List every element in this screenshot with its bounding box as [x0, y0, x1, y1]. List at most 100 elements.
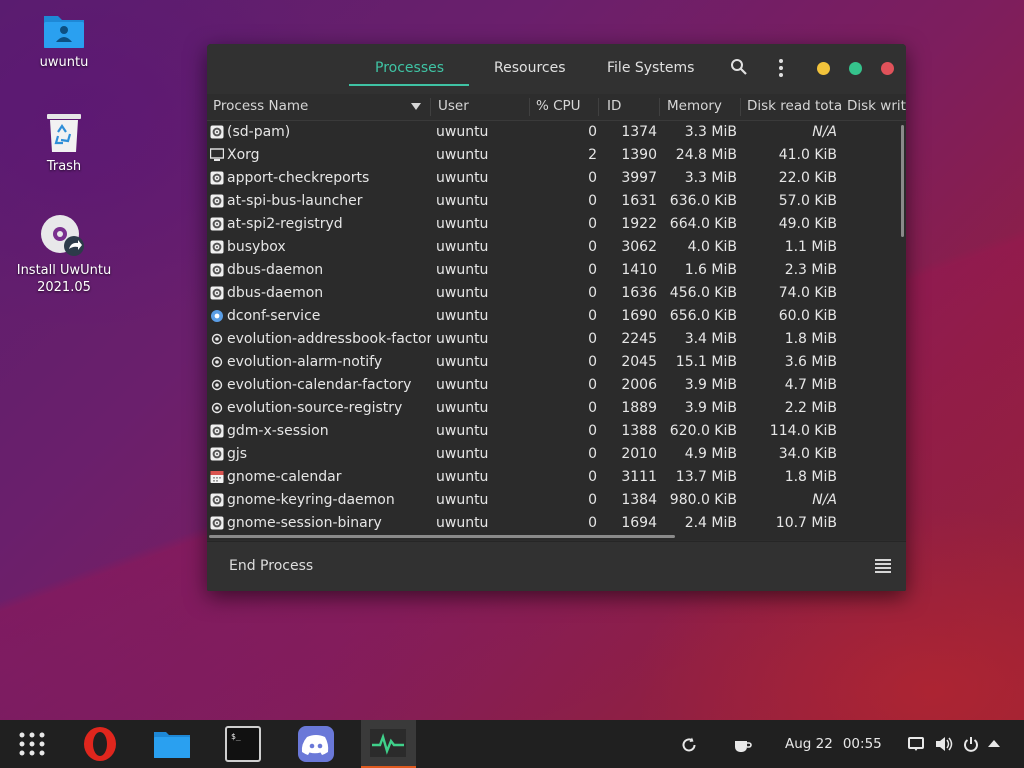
process-memory: 456.0 KiB — [669, 285, 737, 301]
column-header-disk-write[interactable]: Disk writ — [847, 98, 906, 114]
process-cpu: 2 — [588, 147, 597, 163]
process-row[interactable]: at-spi2-registryd uwuntu 0 1922 664.0 KiB 49.… — [207, 213, 900, 236]
vertical-scroll-thumb[interactable] — [901, 125, 904, 237]
desktop-icon-trash[interactable]: Trash — [14, 112, 114, 175]
notification-icon[interactable] — [908, 736, 924, 752]
column-header-process-name[interactable]: Process Name — [213, 98, 308, 114]
desktop-icon-installer[interactable]: Install UwUntu 2021.05 — [14, 214, 114, 296]
process-disk-read: 114.0 KiB — [769, 423, 837, 439]
process-user: uwuntu — [436, 400, 489, 416]
column-header-id[interactable]: ID — [607, 98, 621, 114]
refresh-icon[interactable] — [680, 736, 698, 754]
desktop-icon-label: uwuntu — [39, 55, 89, 70]
horizontal-scroll-thumb[interactable] — [209, 535, 675, 538]
process-cpu: 0 — [588, 469, 597, 485]
minimize-button[interactable] — [817, 62, 830, 75]
process-cpu: 0 — [588, 515, 597, 531]
column-divider — [430, 98, 431, 116]
sort-descending-icon — [411, 103, 421, 110]
process-id: 1889 — [621, 400, 657, 416]
tab-processes[interactable]: Processes — [375, 60, 444, 76]
process-disk-read: N/A — [812, 124, 837, 140]
process-id: 1631 — [621, 193, 657, 209]
taskbar: $_ Aug 22 00:55 — [0, 720, 1024, 768]
desktop-icon-label: 2021.05 — [37, 280, 91, 295]
process-id: 2045 — [621, 354, 657, 370]
close-button[interactable] — [881, 62, 894, 75]
process-name: at-spi2-registryd — [227, 216, 343, 232]
process-row[interactable]: Xorg uwuntu 2 1390 24.8 MiB 41.0 KiB — [207, 144, 900, 167]
volume-icon[interactable] — [935, 736, 953, 752]
end-process-button[interactable]: End Process — [229, 558, 313, 574]
opera-icon — [84, 727, 116, 761]
action-bar: End Process — [207, 541, 906, 591]
process-row[interactable]: at-spi-bus-launcher uwuntu 0 1631 636.0 KiB 5… — [207, 190, 900, 213]
process-row[interactable]: gjs uwuntu 0 2010 4.9 MiB 34.0 KiB — [207, 443, 900, 466]
process-memory: 2.4 MiB — [684, 515, 737, 531]
kebab-menu-icon[interactable] — [773, 58, 789, 78]
process-user: uwuntu — [436, 423, 489, 439]
clock[interactable]: Aug 22 00:55 — [785, 736, 882, 752]
process-list: (sd-pam) uwuntu 0 1374 3.3 MiB N/A Xorg uwuntu 2… — [207, 121, 900, 540]
process-row[interactable]: gnome-session-binary uwuntu 0 1694 2.4 MiB 10… — [207, 512, 900, 535]
process-row[interactable]: (sd-pam) uwuntu 0 1374 3.3 MiB N/A — [207, 121, 900, 144]
process-cpu: 0 — [588, 400, 597, 416]
column-header-disk-read[interactable]: Disk read tota — [747, 98, 841, 114]
process-memory: 24.8 MiB — [675, 147, 737, 163]
process-cpu: 0 — [588, 331, 597, 347]
process-row[interactable]: apport-checkreports uwuntu 0 3997 3.3 MiB 22.… — [207, 167, 900, 190]
process-row[interactable]: evolution-alarm-notify uwuntu 0 2045 15.1 Mi… — [207, 351, 900, 374]
app-grid-button[interactable] — [8, 720, 56, 768]
process-id: 1388 — [621, 423, 657, 439]
process-id: 2245 — [621, 331, 657, 347]
process-name: gnome-session-binary — [227, 515, 382, 531]
tab-file-systems[interactable]: File Systems — [607, 60, 694, 76]
process-row[interactable]: evolution-calendar-factory uwuntu 0 2006 3.9… — [207, 374, 900, 397]
process-row[interactable]: dbus-daemon uwuntu 0 1410 1.6 MiB 2.3 MiB — [207, 259, 900, 282]
tab-resources[interactable]: Resources — [494, 60, 566, 76]
chevron-up-icon[interactable] — [988, 739, 1000, 749]
disc-installer-icon — [41, 215, 84, 256]
taskbar-terminal[interactable]: $_ — [216, 720, 268, 768]
power-icon[interactable] — [963, 736, 979, 752]
process-user: uwuntu — [436, 216, 489, 232]
process-row[interactable]: evolution-addressbook-factory uwuntu 0 2245… — [207, 328, 900, 351]
process-memory: 4.0 KiB — [687, 239, 737, 255]
process-cpu: 0 — [588, 124, 597, 140]
process-id: 1384 — [621, 492, 657, 508]
column-header-cpu[interactable]: % CPU — [536, 98, 581, 114]
process-row[interactable]: gnome-calendar uwuntu 0 3111 13.7 MiB 1.8 MiB — [207, 466, 900, 489]
process-row[interactable]: busybox uwuntu 0 3062 4.0 KiB 1.1 MiB — [207, 236, 900, 259]
process-memory: 3.4 MiB — [684, 331, 737, 347]
process-name: evolution-calendar-factory — [227, 377, 412, 393]
process-id: 3111 — [621, 469, 657, 485]
process-id: 1922 — [621, 216, 657, 232]
process-row[interactable]: gdm-x-session uwuntu 0 1388 620.0 KiB 114.0 K… — [207, 420, 900, 443]
process-row[interactable]: dbus-daemon uwuntu 0 1636 456.0 KiB 74.0 KiB — [207, 282, 900, 305]
hamburger-menu-icon[interactable] — [875, 559, 891, 573]
taskbar-discord[interactable] — [290, 720, 342, 768]
process-user: uwuntu — [436, 124, 489, 140]
column-divider — [529, 98, 530, 116]
process-disk-read: 60.0 KiB — [778, 308, 837, 324]
column-header-memory[interactable]: Memory — [667, 98, 722, 114]
process-id: 1410 — [621, 262, 657, 278]
search-icon[interactable] — [730, 58, 748, 76]
process-row[interactable]: dconf-service uwuntu 0 1690 656.0 KiB 60.0 Ki… — [207, 305, 900, 328]
process-user: uwuntu — [436, 170, 489, 186]
process-cpu: 0 — [588, 492, 597, 508]
column-divider — [598, 98, 599, 116]
taskbar-files[interactable] — [146, 720, 198, 768]
desktop-icon-home[interactable]: uwuntu — [14, 10, 114, 71]
column-header-user[interactable]: User — [438, 98, 469, 114]
taskbar-opera[interactable] — [74, 720, 126, 768]
maximize-button[interactable] — [849, 62, 862, 75]
horizontal-scrollbar[interactable] — [207, 534, 900, 540]
column-headers: Process Name User % CPU ID Memory Disk r… — [207, 94, 906, 121]
taskbar-system-monitor[interactable] — [361, 720, 416, 768]
coffee-icon[interactable] — [733, 736, 753, 754]
vertical-scrollbar[interactable] — [900, 121, 906, 540]
process-row[interactable]: gnome-keyring-daemon uwuntu 0 1384 980.0 KiB… — [207, 489, 900, 512]
home-folder-icon — [44, 16, 84, 48]
process-row[interactable]: evolution-source-registry uwuntu 0 1889 3.9 … — [207, 397, 900, 420]
